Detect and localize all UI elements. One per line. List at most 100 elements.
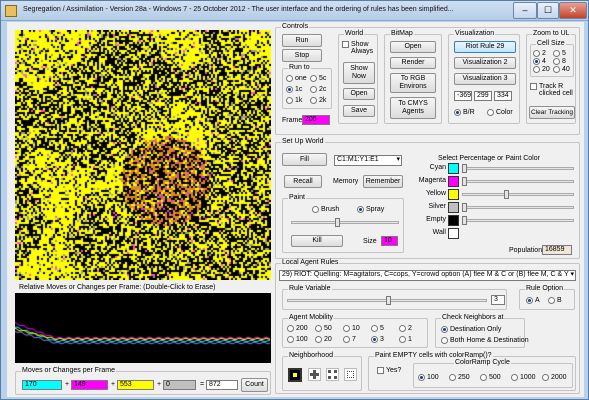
run-to-one-radio[interactable]: one xyxy=(286,75,307,82)
bw-radio[interactable]: B/R xyxy=(454,109,475,116)
visualization-2-button[interactable]: Visualization 2 xyxy=(454,57,516,69)
mobility-20-radio[interactable]: 20 xyxy=(315,336,332,343)
neighborhood-extended-icon[interactable] xyxy=(344,368,357,381)
minimize-button[interactable]: – xyxy=(513,2,537,19)
visualization-group: Visualization Riot Rule 29 Visualization… xyxy=(448,30,520,124)
open-world-button[interactable]: Open xyxy=(343,88,375,100)
size-field[interactable]: 10 xyxy=(381,236,398,246)
mobility-3-radio[interactable]: 3 xyxy=(371,336,384,343)
cell-size-40-radio[interactable]: 40 xyxy=(553,66,570,73)
track-clicked-cell-checkbox[interactable]: Track R clicked cell xyxy=(530,83,574,97)
option-a-radio[interactable]: A xyxy=(526,297,540,304)
neighborhood-diagonal-icon[interactable] xyxy=(326,368,339,381)
neighborhood-von-neumann-icon[interactable] xyxy=(308,368,321,381)
color-radio[interactable]: Color xyxy=(487,109,513,116)
ramp-500-radio[interactable]: 500 xyxy=(480,374,501,381)
cell-size-4-radio[interactable]: 4 xyxy=(533,58,546,65)
mobility-10-radio[interactable]: 10 xyxy=(343,325,360,332)
both-home-destination-radio[interactable]: Both Home & Destination xyxy=(441,337,529,344)
maximize-button[interactable]: ☐ xyxy=(537,2,559,19)
cell-size-2-radio[interactable]: 2 xyxy=(533,50,546,57)
run-to-2k-radio[interactable]: 2k xyxy=(310,97,326,104)
world-group-label: World xyxy=(344,30,365,37)
viz-param-3-field[interactable]: 334 xyxy=(494,91,512,101)
visualization-3-button[interactable]: Visualization 3 xyxy=(454,73,516,85)
show-now-button[interactable]: Show Now xyxy=(343,62,375,84)
percentage-slider-cyan[interactable] xyxy=(462,164,574,173)
cell-size-20-radio[interactable]: 20 xyxy=(533,66,550,73)
silver-moves-field[interactable]: 0 xyxy=(163,380,196,390)
magenta-moves-field[interactable]: 149 xyxy=(71,380,108,390)
rule-option-group: Rule Option A B xyxy=(519,285,575,310)
run-button[interactable]: Run xyxy=(282,34,322,47)
save-world-button[interactable]: Save xyxy=(343,105,375,117)
frame-field[interactable]: 205 xyxy=(302,115,330,125)
bitmap-open-button[interactable]: Open xyxy=(390,41,436,53)
remember-button[interactable]: Remember xyxy=(363,175,403,188)
cyan-moves-field[interactable]: 170 xyxy=(22,380,62,390)
run-to-1k-radio[interactable]: 1k xyxy=(286,97,302,104)
viz-param-2-field[interactable]: 299 xyxy=(474,91,492,101)
to-cmys-button[interactable]: To CMYS Agents xyxy=(390,97,436,119)
yellow-moves-field[interactable]: 553 xyxy=(117,380,154,390)
kill-button[interactable]: Kill xyxy=(291,235,343,247)
cell-size-5-radio[interactable]: 5 xyxy=(553,50,566,57)
destination-only-radio[interactable]: Destination Only xyxy=(441,326,501,333)
equals-sign: = xyxy=(200,381,205,388)
stop-button[interactable]: Stop xyxy=(282,49,322,62)
ramp-1000-radio[interactable]: 1000 xyxy=(511,374,536,381)
ramp-100-radio[interactable]: 100 xyxy=(418,374,439,381)
paint-size-slider[interactable] xyxy=(291,218,399,227)
option-b-radio[interactable]: B xyxy=(548,297,562,304)
population-field[interactable]: 16859 xyxy=(542,245,572,255)
percentage-slider-yellow[interactable] xyxy=(462,190,574,199)
percentage-slider-magenta[interactable] xyxy=(462,177,574,186)
rule-variable-field[interactable]: 3 xyxy=(491,295,505,305)
mobility-2-radio[interactable]: 2 xyxy=(399,325,412,332)
recall-button[interactable]: Recall xyxy=(284,175,322,188)
count-button[interactable]: Count xyxy=(241,378,268,392)
paint-empty-label: Paint EMPTY cells with colorRamp()? xyxy=(374,352,493,359)
run-to-1c-radio[interactable]: 1c xyxy=(286,86,302,93)
mobility-100-radio[interactable]: 100 xyxy=(287,336,308,343)
to-rgb-button[interactable]: To RGB Environs xyxy=(390,73,436,93)
color-swatch-yellow[interactable] xyxy=(448,189,459,200)
ramp-250-radio[interactable]: 250 xyxy=(449,374,470,381)
color-swatch-wall[interactable] xyxy=(448,228,459,239)
rule-variable-slider[interactable] xyxy=(287,296,487,305)
paint-empty-checkbox[interactable]: Yes? xyxy=(377,367,401,374)
cell-size-8-radio[interactable]: 8 xyxy=(553,58,566,65)
color-swatch-magenta[interactable] xyxy=(448,176,459,187)
color-swatch-cyan[interactable] xyxy=(448,163,459,174)
mobility-7-radio[interactable]: 7 xyxy=(343,336,356,343)
paint-group-label: Paint xyxy=(288,194,306,201)
mobility-200-radio[interactable]: 200 xyxy=(287,325,308,332)
fill-select[interactable]: C1:M1:Y1:E1 ▾ xyxy=(334,155,402,166)
percentage-slider-silver[interactable] xyxy=(462,203,574,212)
riot-rule-button[interactable]: Riot Rule 29 xyxy=(454,41,516,53)
color-swatch-silver[interactable] xyxy=(448,202,459,213)
ramp-2000-radio[interactable]: 2000 xyxy=(542,374,567,381)
run-to-5c-radio[interactable]: 5c xyxy=(310,75,326,82)
rule-select[interactable]: 29) RIOT: Quelling: M=agitators, C=cops,… xyxy=(279,270,576,281)
brush-radio[interactable]: Brush xyxy=(312,206,339,213)
spray-radio[interactable]: Spray xyxy=(357,206,384,213)
show-always-checkbox[interactable]: Show Always xyxy=(342,41,378,55)
viz-param-1-field[interactable]: -369 xyxy=(454,91,472,101)
moves-graph[interactable] xyxy=(15,293,271,363)
world-canvas[interactable] xyxy=(15,30,271,280)
neighborhood-moore-icon[interactable] xyxy=(288,368,302,382)
mobility-50-radio[interactable]: 50 xyxy=(315,325,332,332)
local-rules-label: Local Agent Rules xyxy=(281,259,340,266)
color-swatch-empty[interactable] xyxy=(448,215,459,226)
mobility-1-radio[interactable]: 1 xyxy=(399,336,412,343)
clear-tracking-button[interactable]: Clear Tracking xyxy=(529,106,575,119)
total-moves-field[interactable]: 872 xyxy=(206,380,238,390)
bitmap-render-button[interactable]: Render xyxy=(390,57,436,69)
cell-size-label: Cell Size xyxy=(536,40,566,47)
percentage-slider-empty[interactable] xyxy=(462,216,574,225)
close-button[interactable]: ✕ xyxy=(559,2,587,19)
mobility-5-radio[interactable]: 5 xyxy=(371,325,384,332)
fill-button[interactable]: Fill xyxy=(282,153,327,166)
run-to-2c-radio[interactable]: 2c xyxy=(310,86,326,93)
